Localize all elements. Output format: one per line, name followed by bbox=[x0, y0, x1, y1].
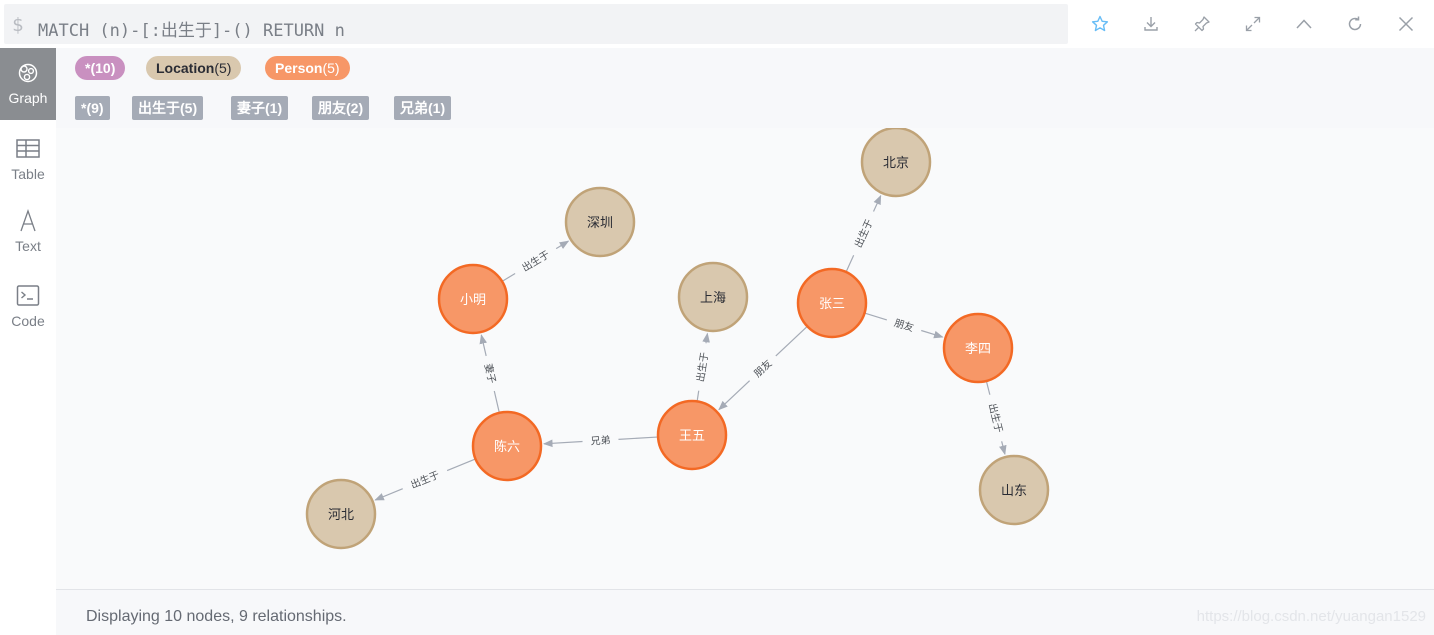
node-xiaoming[interactable]: 小明 bbox=[437, 263, 509, 335]
relationship-label: 出生于 bbox=[851, 217, 875, 250]
query-bar: $ MATCH (n)-[:出生于]-() RETURN n bbox=[0, 0, 1434, 48]
table-icon bbox=[16, 139, 40, 158]
favorite-button[interactable] bbox=[1086, 10, 1114, 38]
pin-icon bbox=[1194, 16, 1210, 32]
pin-button[interactable] bbox=[1188, 10, 1216, 38]
view-code-label: Code bbox=[11, 313, 45, 329]
node-shandong[interactable]: 山东 bbox=[978, 454, 1050, 526]
relationship-zhangsan-beijing[interactable]: 出生于 bbox=[845, 194, 882, 272]
node-wangwu[interactable]: 王五 bbox=[656, 399, 728, 471]
legend-node-location-count: (5) bbox=[214, 60, 232, 76]
node-shanghai[interactable]: 上海 bbox=[677, 261, 749, 333]
relationship-lisi-shandong[interactable]: 出生于 bbox=[986, 381, 1007, 456]
download-icon bbox=[1144, 17, 1158, 31]
close-button[interactable] bbox=[1392, 10, 1420, 38]
status-bar: Displaying 10 nodes, 9 relationships. ht… bbox=[56, 589, 1434, 635]
query-editor[interactable]: $ MATCH (n)-[:出生于]-() RETURN n bbox=[4, 4, 1068, 44]
view-code[interactable]: Code bbox=[0, 271, 56, 343]
relationship-zhangsan-lisi[interactable]: 朋友 bbox=[865, 312, 944, 339]
legend-rel-wife[interactable]: 妻子(1) bbox=[231, 96, 289, 120]
node-caption: 深圳 bbox=[587, 216, 613, 231]
node-caption: 北京 bbox=[883, 156, 909, 171]
view-text-label: Text bbox=[15, 238, 41, 254]
node-caption: 李四 bbox=[965, 342, 991, 357]
star-icon bbox=[1091, 15, 1109, 32]
relationship-label: 出生于 bbox=[519, 248, 551, 275]
node-caption: 山东 bbox=[1001, 484, 1027, 499]
node-zhangsan[interactable]: 张三 bbox=[796, 267, 868, 339]
legend-node-all[interactable]: * (10) bbox=[75, 56, 126, 80]
relationship-zhangsan-wangwu[interactable]: 朋友 bbox=[718, 326, 807, 411]
view-text[interactable]: Text bbox=[0, 196, 56, 268]
relationship-label: 朋友 bbox=[751, 357, 774, 380]
view-table-label: Table bbox=[11, 166, 45, 182]
legend-node-person-count: (5) bbox=[322, 60, 340, 76]
expand-icon bbox=[1245, 16, 1261, 32]
legend-node-person-name: Person bbox=[275, 60, 323, 76]
legend-rel-all[interactable]: *(9) bbox=[75, 96, 110, 120]
relationship-wangwu-shanghai[interactable]: 出生于 bbox=[694, 332, 711, 401]
watermark: https://blog.csdn.net/yuangan1529 bbox=[1196, 608, 1426, 625]
status-text: Displaying 10 nodes, 9 relationships. bbox=[86, 608, 347, 625]
neo4j-result-frame: $ MATCH (n)-[:出生于]-() RETURN n Graph Tab… bbox=[0, 0, 1434, 635]
node-chenliu[interactable]: 陈六 bbox=[471, 410, 543, 482]
legend-node-location-name: Location bbox=[156, 60, 215, 76]
relationship-label: 出生于 bbox=[694, 351, 711, 383]
node-caption: 张三 bbox=[819, 297, 845, 312]
relationship-label: 出生于 bbox=[409, 468, 442, 491]
rerun-button[interactable] bbox=[1341, 10, 1369, 38]
relationship-label: 兄弟 bbox=[590, 434, 611, 447]
refresh-icon bbox=[1348, 16, 1362, 31]
legend-node-person[interactable]: Person (5) bbox=[265, 56, 350, 80]
node-beijing[interactable]: 北京 bbox=[860, 128, 932, 198]
node-hebei[interactable]: 河北 bbox=[305, 478, 377, 550]
node-caption: 陈六 bbox=[494, 439, 520, 455]
graph-icon bbox=[18, 63, 38, 83]
legend-rel-friend[interactable]: 朋友(2) bbox=[312, 96, 370, 120]
relationship-label: 朋友 bbox=[893, 316, 916, 334]
query-prompt: $ bbox=[12, 14, 24, 36]
node-caption: 河北 bbox=[328, 508, 354, 523]
view-table[interactable]: Table bbox=[0, 124, 56, 196]
view-switcher: Graph Table Text Code bbox=[0, 48, 56, 635]
node-caption: 王五 bbox=[679, 429, 705, 444]
view-graph-label: Graph bbox=[8, 90, 48, 106]
node-lisi[interactable]: 李四 bbox=[942, 312, 1014, 384]
graph-canvas[interactable]: 出生于朋友朋友出生于出生于兄弟妻子出生于出生于张三李四王五小明陈六北京上海深圳山… bbox=[56, 128, 1434, 589]
legend-rel-brother[interactable]: 兄弟(1) bbox=[394, 96, 452, 120]
collapse-button[interactable] bbox=[1290, 10, 1318, 38]
collapse-up-icon bbox=[1296, 19, 1312, 29]
relationship-chenliu-xiaoming[interactable]: 妻子 bbox=[479, 334, 500, 413]
relationship-chenliu-hebei[interactable]: 出生于 bbox=[374, 458, 475, 501]
relationship-label: 出生于 bbox=[986, 402, 1006, 434]
export-button[interactable] bbox=[1137, 10, 1165, 38]
node-caption: 上海 bbox=[700, 291, 726, 306]
code-icon bbox=[16, 285, 40, 306]
legend-node-location[interactable]: Location (5) bbox=[146, 56, 242, 80]
node-caption: 小明 bbox=[460, 293, 486, 308]
query-text[interactable]: MATCH (n)-[:出生于]-() RETURN n bbox=[38, 16, 345, 41]
relationship-wangwu-chenliu[interactable]: 兄弟 bbox=[542, 434, 658, 448]
result-panel: * (10) Location (5) Person (5) *(9) 出生于(5) … bbox=[56, 48, 1434, 635]
relationship-label: 妻子 bbox=[482, 362, 499, 384]
relationship-xiaoming-shenzhen[interactable]: 出生于 bbox=[502, 240, 570, 282]
text-icon bbox=[20, 209, 36, 232]
legend-node-all-count: (10) bbox=[90, 60, 116, 76]
legend-rel-born-in[interactable]: 出生于(5) bbox=[132, 96, 204, 120]
node-shenzhen[interactable]: 深圳 bbox=[564, 186, 636, 258]
view-graph[interactable]: Graph bbox=[0, 48, 56, 120]
graph-legend: * (10) Location (5) Person (5) *(9) 出生于(5) … bbox=[56, 48, 1434, 128]
fullscreen-button[interactable] bbox=[1239, 10, 1267, 38]
close-icon bbox=[1398, 16, 1414, 32]
